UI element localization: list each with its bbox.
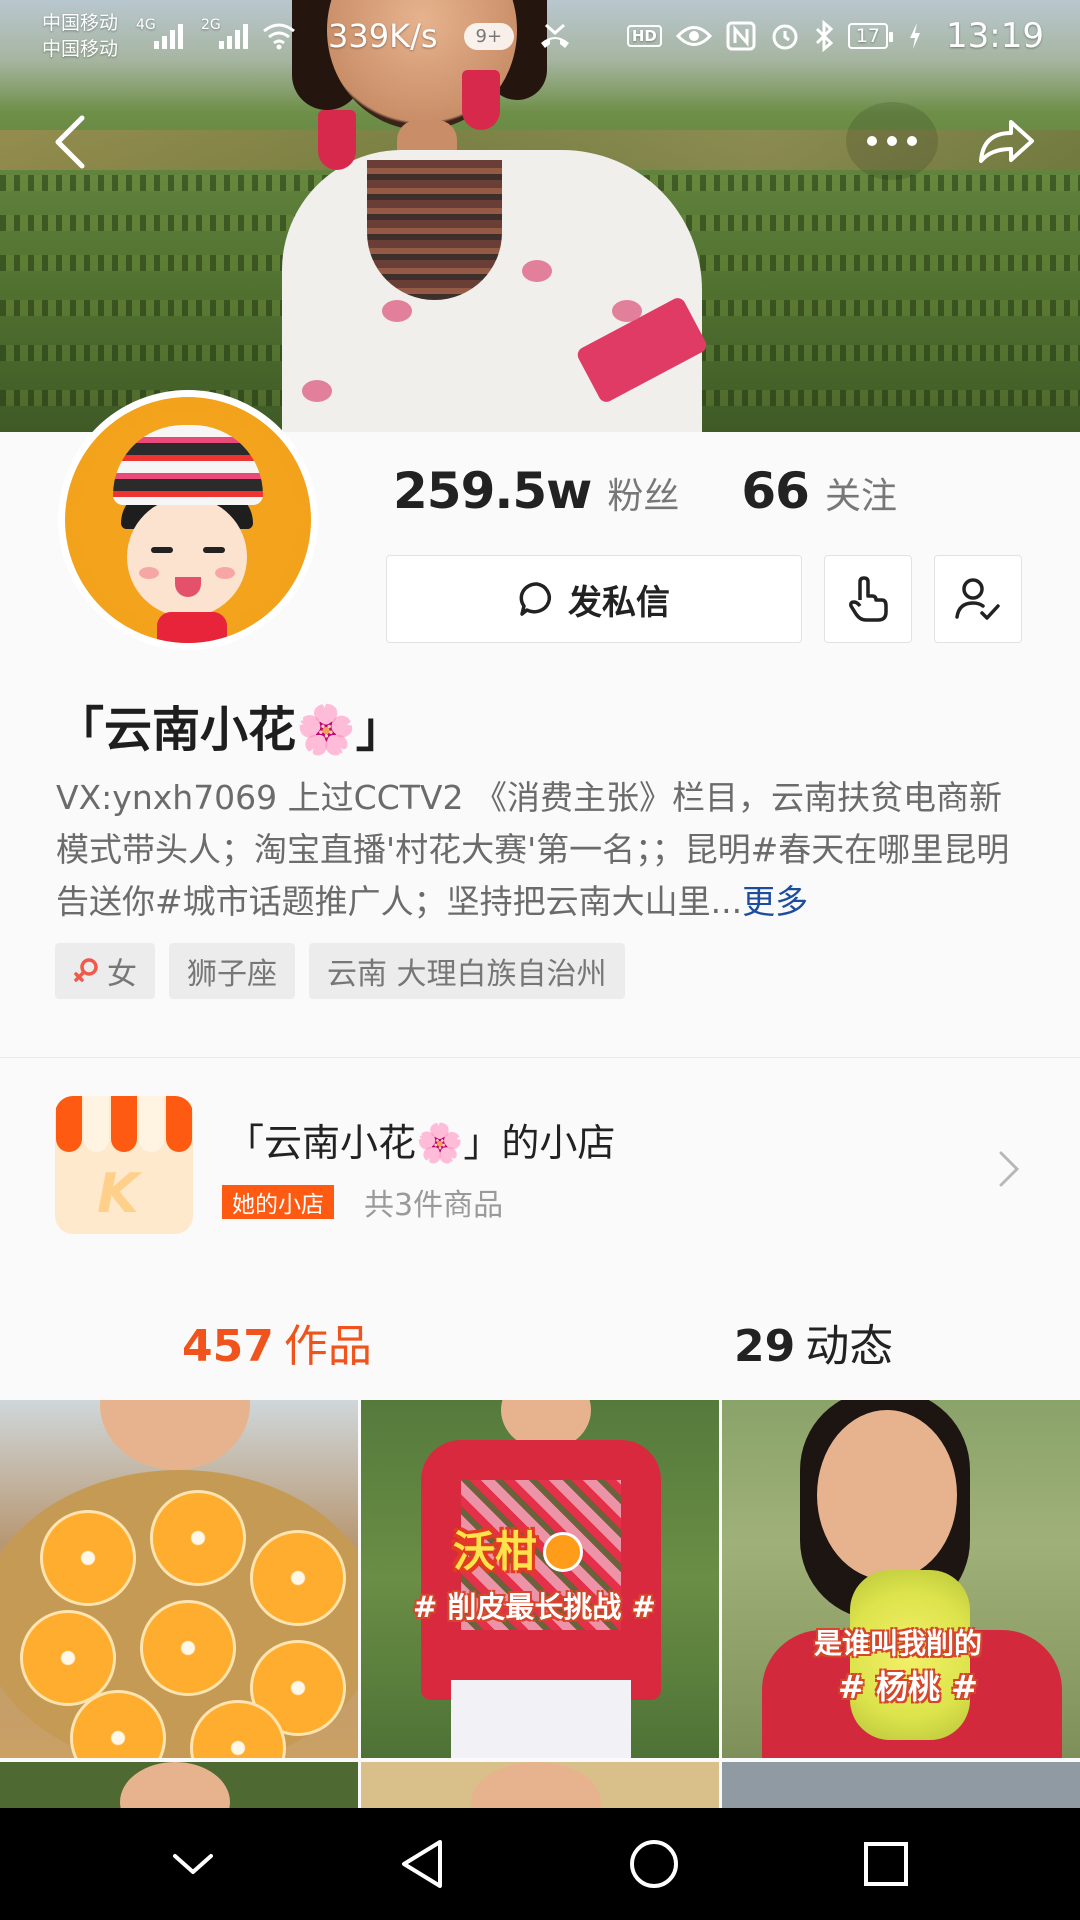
- video-thumbnail[interactable]: [361, 1762, 719, 1808]
- avatar[interactable]: [58, 390, 318, 650]
- wifi-icon: [263, 23, 295, 50]
- back-triangle-icon[interactable]: [398, 1838, 446, 1890]
- profile-tags: 女 狮子座 云南 大理白族自治州: [55, 943, 625, 999]
- video-2-subtitle: # 削皮最长挑战 #: [413, 1590, 656, 1624]
- video-thumbnail[interactable]: [722, 1762, 1080, 1808]
- video-thumbnail[interactable]: [0, 1400, 358, 1758]
- tag-location-label: 云南 大理白族自治州: [327, 957, 607, 992]
- store-icon-letter: K: [97, 1162, 139, 1225]
- recents-square-icon[interactable]: [863, 1841, 909, 1887]
- battery-level: 17: [855, 25, 881, 47]
- store-item-count: 共3件商品: [364, 1188, 504, 1223]
- charging-icon: [910, 23, 921, 49]
- store-entry[interactable]: K 「云南小花🌸」的小店 她的小店 共3件商品: [0, 1058, 1080, 1276]
- video-thumbnail[interactable]: [0, 1762, 358, 1808]
- nfc-icon: [726, 21, 756, 51]
- bio-text: VX:ynxh7069 上过CCTV2 《消费主张》栏目，云南扶贫电商新模式带头…: [56, 778, 1010, 921]
- hd-icon: HD: [626, 25, 662, 47]
- tab-works-label: 作品: [283, 1321, 372, 1372]
- bio: VX:ynxh7069 上过CCTV2 《消费主张》栏目，云南扶贫电商新模式带头…: [56, 772, 1026, 928]
- back-arrow-icon: [55, 115, 85, 169]
- carrier-1: 中国移动: [42, 12, 119, 34]
- send-message-button[interactable]: 发私信: [386, 555, 802, 643]
- video-thumbnail[interactable]: 沃柑 # 削皮最长挑战 #: [361, 1400, 719, 1758]
- user-check-icon: [955, 578, 1000, 620]
- back-button[interactable]: [30, 102, 110, 182]
- share-icon: [979, 120, 1034, 163]
- tab-works[interactable]: 457 作品: [182, 1310, 372, 1374]
- username: 「云南小花🌸」: [56, 702, 404, 758]
- signal-icon: 4G: [136, 17, 184, 49]
- network-speed: 339K/s: [328, 17, 438, 55]
- orange-emoji-icon: [543, 1532, 584, 1572]
- followed-user-button[interactable]: [934, 555, 1022, 643]
- system-nav-bar: [0, 1808, 1080, 1920]
- following-count[interactable]: 66: [741, 462, 810, 520]
- video-3-line2: # 杨桃 #: [838, 1668, 978, 1706]
- clock: 13:19: [946, 16, 1044, 56]
- bluetooth-icon: [815, 20, 834, 52]
- carrier-names: 中国移动 中国移动: [42, 10, 118, 62]
- video-2-title: 沃柑: [453, 1518, 584, 1579]
- status-bar: 中国移动 中国移动 4G 2G 339K/s 9+ HD 17 13:19: [0, 0, 1080, 72]
- notification-badge: 9+: [463, 22, 515, 50]
- video-thumbnail[interactable]: 是谁叫我削的 # 杨桃 #: [722, 1400, 1080, 1758]
- tag-location: 云南 大理白族自治州: [309, 943, 625, 999]
- gesture-button[interactable]: [824, 555, 912, 643]
- followers-label[interactable]: 粉丝: [607, 467, 679, 519]
- store-icon: K: [55, 1096, 193, 1234]
- video-3-line1: 是谁叫我削的: [814, 1627, 983, 1660]
- bio-more-link[interactable]: 更多: [742, 882, 808, 921]
- more-button[interactable]: [846, 102, 938, 180]
- tag-gender: 女: [55, 943, 155, 999]
- tab-dynamics[interactable]: 29 动态: [734, 1310, 893, 1374]
- chevron-right-icon: [999, 1151, 1020, 1187]
- eye-icon: [675, 26, 712, 46]
- send-message-label: 发私信: [568, 582, 670, 623]
- followers-count[interactable]: 259.5w: [393, 462, 592, 520]
- following-label[interactable]: 关注: [825, 467, 897, 519]
- share-button[interactable]: [966, 102, 1046, 182]
- battery-icon: 17: [847, 23, 894, 49]
- profile-screen: 中国移动 中国移动 4G 2G 339K/s 9+ HD 17 13:19 25…: [0, 0, 1080, 1920]
- hand-pointer-icon: [849, 576, 888, 622]
- carrier-2: 中国移动: [42, 38, 119, 60]
- home-circle-icon[interactable]: [628, 1838, 680, 1890]
- tab-dynamics-label: 动态: [805, 1321, 894, 1372]
- tab-works-count: 457: [182, 1321, 274, 1372]
- female-icon: [74, 958, 98, 982]
- profile-stats: 259.5w 粉丝 66 关注: [393, 462, 897, 520]
- store-name: 「云南小花🌸」的小店: [226, 1121, 616, 1165]
- missed-call-icon: [541, 23, 570, 48]
- chevron-down-icon[interactable]: [171, 1850, 215, 1878]
- tag-gender-label: 女: [107, 957, 137, 992]
- store-badge: 她的小店: [222, 1185, 334, 1219]
- signal-icon: 2G: [201, 17, 249, 49]
- tag-zodiac: 狮子座: [169, 943, 295, 999]
- alarm-icon: [772, 24, 798, 50]
- tag-zodiac-label: 狮子座: [187, 957, 277, 992]
- content-tabs: 457 作品 29 动态: [0, 1276, 1080, 1400]
- more-dots-icon: [867, 136, 917, 146]
- chat-bubble-icon: [519, 582, 552, 616]
- video-grid: 沃柑 # 削皮最长挑战 # 是谁叫我削的 # 杨桃 #: [0, 1400, 1080, 1808]
- tab-dynamics-count: 29: [734, 1321, 796, 1372]
